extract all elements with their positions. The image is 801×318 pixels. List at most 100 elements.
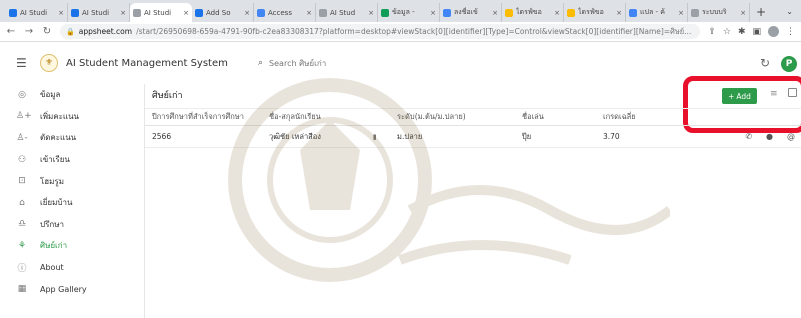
browser-tab-title: Add So	[206, 8, 231, 17]
close-tab-icon[interactable]: ×	[306, 9, 312, 17]
alumni-icon: ⚘	[17, 240, 27, 251]
sidebar-item[interactable]: ▦ App Gallery	[0, 278, 144, 300]
search-placeholder: Search ศิษย์เก่า	[269, 58, 327, 68]
cell-actions: ✆ ● @	[671, 125, 801, 148]
app-title: AI Student Management System	[66, 57, 228, 69]
browser-tab-title: ข้อมูล -	[392, 8, 415, 16]
classroom-icon: ⊡	[18, 176, 26, 187]
bookmark-star-icon[interactable]: ☆	[723, 27, 731, 37]
browser-toolbar: ← → ↻ 🔒 appsheet.com/start/26950698-659a…	[0, 22, 801, 42]
family-icon: ⌂	[19, 197, 25, 208]
close-tab-icon[interactable]: ×	[616, 9, 622, 17]
document-icon[interactable]: ▮	[373, 133, 377, 141]
browser-tab-title: AI Studi	[20, 8, 48, 17]
close-tab-icon[interactable]: ×	[492, 9, 498, 17]
forward-icon[interactable]: →	[24, 26, 34, 37]
close-tab-icon[interactable]: ×	[740, 9, 746, 17]
cell-name: วุฒิชัย เหล่าสีอง ▮	[262, 125, 390, 148]
app-header: ☰ ⚜ AI Student Management System ⌕ Searc…	[0, 42, 801, 84]
sidebar-item[interactable]: ◎ ข้อมูล	[0, 84, 144, 106]
sidebar-item-label: ปรึกษา	[40, 219, 64, 229]
drive-icon	[567, 8, 575, 17]
close-tab-icon[interactable]: ×	[244, 9, 250, 17]
sidebar-item-label: App Gallery	[40, 284, 87, 294]
browser-tab[interactable]: AI Studi ×	[68, 3, 130, 22]
google-icon	[629, 8, 637, 17]
avatar[interactable]: P	[781, 56, 797, 72]
browser-tab[interactable]: ข้อมูล - ×	[378, 3, 440, 22]
address-bar[interactable]: 🔒 appsheet.com/start/26950698-659a-4791-…	[60, 24, 701, 39]
sidebar-item[interactable]: ⊡ โฮมรูม	[0, 170, 144, 192]
column-header[interactable]: ชื่อเล่น	[515, 108, 596, 126]
google-icon	[257, 8, 265, 17]
page-title: ศิษย์เก่า	[152, 91, 183, 101]
grid-icon: ▦	[17, 284, 27, 295]
email-icon[interactable]: @	[787, 132, 795, 141]
browser-tab[interactable]: ระบบบริ ×	[688, 3, 750, 22]
browser-menu-icon[interactable]: ⋮	[786, 27, 795, 37]
person-add-icon: ♙+	[16, 111, 32, 122]
browser-tab[interactable]: ลงชื่อเข้ ×	[440, 3, 502, 22]
close-tab-icon[interactable]: ×	[678, 9, 684, 17]
sidebar-item[interactable]: ⚇ เข้าเรียน	[0, 149, 144, 171]
column-header[interactable]: ชื่อ-สกุลนักเรียน	[262, 108, 390, 126]
share-icon[interactable]: ⇪	[708, 27, 716, 37]
table-row[interactable]: 2566 วุฒิชัย เหล่าสีอง ▮ ม.ปลาย ปุ๊ย 3.70…	[145, 125, 801, 148]
people-icon: ⚇	[17, 154, 27, 165]
appsheet-icon	[319, 8, 327, 17]
browser-tab[interactable]: AI Studi ×	[130, 3, 192, 22]
sidebar-item[interactable]: ⚘ ศิษย์เก่า	[0, 235, 144, 257]
browser-tab-title: ไดรฟ์ขอ	[516, 8, 542, 16]
browser-tab[interactable]: แปล - ค้ ×	[626, 3, 688, 22]
browser-tab-title: ลงชื่อเข้	[454, 8, 478, 16]
search-input[interactable]: ⌕ Search ศิษย์เก่า	[258, 55, 418, 71]
close-tab-icon[interactable]: ×	[183, 9, 189, 17]
browser-tab[interactable]: AI Studi ×	[6, 3, 68, 22]
sidebar-item-label: About	[40, 263, 64, 273]
menu-icon[interactable]: ☰	[16, 56, 28, 70]
back-icon[interactable]: ←	[6, 26, 16, 37]
browser-profile-avatar[interactable]	[768, 26, 779, 37]
account-circle-icon: ◎	[18, 89, 26, 100]
reload-icon[interactable]: ↻	[42, 26, 52, 37]
sidebar-item[interactable]: ♎ ปรึกษา	[0, 214, 144, 236]
browser-tab-title: AI Studi	[144, 8, 172, 17]
extensions-icon[interactable]: ✱	[738, 27, 746, 37]
sidebar-item-label: ข้อมูล	[40, 90, 61, 100]
sheets-icon	[381, 8, 389, 17]
table-header-row: ปีการศึกษาที่สำเร็จการศึกษา ชื่อ-สกุลนัก…	[145, 108, 801, 126]
search-icon: ⌕	[258, 58, 264, 68]
browser-tab[interactable]: AI Stud ×	[316, 3, 378, 22]
close-tab-icon[interactable]: ×	[430, 9, 436, 17]
browser-tab-title: แปล - ค้	[640, 8, 665, 16]
browser-tab[interactable]: ไดรฟ์ขอ ×	[502, 3, 564, 22]
sidebar-item-label: เข้าเรียน	[40, 155, 70, 165]
sidebar-item[interactable]: ⓘ About	[0, 257, 144, 279]
column-header[interactable]: ระดับ(ม.ต้น/ม.ปลาย)	[390, 108, 515, 126]
sidebar: ◎ ข้อมูล ♙+ เพิ่มคะแนน ♙- ตัดคะแนน ⚇ เข้าเรียน ⊡…	[0, 84, 145, 318]
tab-search-button[interactable]: ⌄	[786, 3, 793, 22]
browser-tab-title: ไดรฟ์ขอ	[578, 8, 604, 16]
browser-tab[interactable]: Add So ×	[192, 3, 254, 22]
sidebar-item[interactable]: ♙+ เพิ่มคะแนน	[0, 106, 144, 128]
appsheet-icon	[9, 8, 17, 17]
close-tab-icon[interactable]: ×	[58, 9, 64, 17]
sidebar-item[interactable]: ♙- ตัดคะแนน	[0, 127, 144, 149]
close-tab-icon[interactable]: ×	[368, 9, 374, 17]
new-tab-button[interactable]: +	[756, 3, 766, 22]
sidepanel-icon[interactable]: ▣	[752, 27, 761, 37]
browser-tab-title: ระบบบริ	[702, 8, 727, 16]
close-tab-icon[interactable]: ×	[120, 9, 126, 17]
chat-icon[interactable]: ●	[766, 132, 773, 141]
column-header[interactable]: เกรดเฉลี่ย	[596, 108, 671, 126]
phone-icon[interactable]: ✆	[745, 132, 752, 141]
lock-icon: 🔒	[66, 27, 75, 36]
close-tab-icon[interactable]: ×	[554, 9, 560, 17]
sync-icon[interactable]: ↻	[760, 56, 770, 70]
column-header[interactable]: ปีการศึกษาที่สำเร็จการศึกษา	[145, 108, 262, 126]
sidebar-item[interactable]: ⌂ เยี่ยมบ้าน	[0, 192, 144, 214]
browser-tab[interactable]: Access ×	[254, 3, 316, 22]
counsel-icon: ♎	[17, 219, 27, 230]
appsheet-icon	[195, 8, 203, 17]
browser-tab[interactable]: ไดรฟ์ขอ ×	[564, 3, 626, 22]
